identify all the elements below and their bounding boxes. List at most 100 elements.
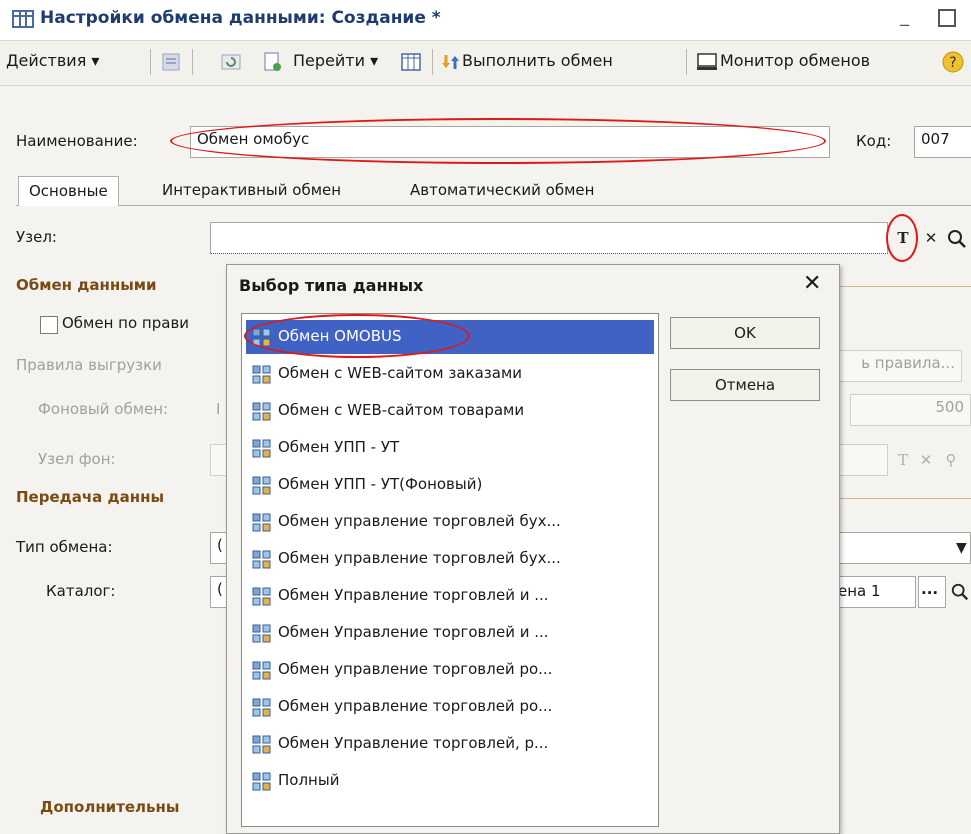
window-titlebar: Настройки обмена данными: Создание * _ — [0, 0, 971, 40]
grid-icon[interactable] — [400, 51, 422, 73]
section-line — [840, 286, 971, 287]
exchange-monitor-button[interactable]: Монитор обменов — [720, 51, 870, 70]
close-icon[interactable]: ✕ — [803, 271, 821, 296]
list-item-label: Обмен с WEB-сайтом заказами — [278, 364, 523, 382]
tab-main[interactable]: Основные — [18, 176, 119, 206]
cancel-button[interactable]: Отмена — [670, 369, 820, 401]
list-item-label: Обмен с WEB-сайтом товарами — [278, 401, 525, 419]
code-label: Код: — [856, 132, 892, 150]
clear-icon-disabled: ✕ — [919, 451, 933, 469]
upload-icon[interactable] — [160, 51, 182, 73]
search-icon[interactable] — [946, 228, 968, 250]
list-item[interactable]: Обмен УПП - УТ(Фоновый) — [246, 468, 654, 502]
list-item-label: Обмен Управление торговлей и ... — [278, 623, 549, 641]
run-exchange-icon[interactable] — [440, 51, 462, 73]
list-item[interactable]: Обмен УПП - УТ — [246, 431, 654, 465]
data-type-list[interactable]: Обмен OMOBUS Обмен с WEB-сайтом заказами О… — [241, 313, 659, 827]
chevron-down-icon[interactable]: ▼ — [956, 540, 967, 556]
catalog-value-right: ена 1 — [838, 582, 881, 600]
run-exchange-button[interactable]: Выполнить обмен — [462, 51, 613, 70]
exchange-plan-icon — [252, 587, 271, 606]
refresh-icon[interactable] — [220, 51, 242, 73]
exchange-plan-icon — [252, 661, 271, 680]
section-additional: Дополнительны — [40, 798, 180, 816]
list-item[interactable]: Обмен Управление торговлей и ... — [246, 616, 654, 650]
ok-button[interactable]: OK — [670, 317, 820, 349]
rules-checkbox-label: Обмен по прави — [62, 314, 190, 332]
section-data-transfer: Передача данны — [16, 488, 165, 506]
toolbar-separator — [432, 49, 433, 75]
list-item-label: Обмен УПП - УТ(Фоновый) — [278, 475, 483, 493]
exchange-type-label: Тип обмена: — [16, 538, 113, 556]
list-item-label: Полный — [278, 771, 340, 789]
exchange-plan-icon — [252, 550, 271, 569]
section-data-exchange: Обмен данными — [16, 276, 157, 294]
list-item[interactable]: Обмен Управление торговлей и ... — [246, 579, 654, 613]
list-item[interactable]: Обмен Управление торговлей, р... — [246, 727, 654, 761]
list-item-label: Обмен управление торговлей ро... — [278, 697, 553, 715]
exchange-plan-icon — [252, 698, 271, 717]
tab-interactive[interactable]: Интерактивный обмен — [152, 176, 351, 206]
copy-document-icon[interactable] — [262, 51, 284, 73]
exchange-plan-icon — [252, 513, 271, 532]
list-item-label: Обмен управление торговлей бух... — [278, 549, 561, 567]
window-title: Настройки обмена данными: Создание * — [40, 8, 441, 28]
bg-exchange-label: Фоновый обмен: — [38, 400, 169, 418]
node-label: Узел: — [16, 228, 57, 246]
upload-rules-label: Правила выгрузки — [16, 356, 162, 374]
node-input[interactable] — [210, 222, 888, 254]
form-grid-icon — [12, 10, 34, 28]
help-icon[interactable]: ? — [942, 51, 964, 73]
toolbar-separator — [192, 49, 193, 75]
dialog-title: Выбор типа данных — [239, 276, 424, 295]
name-input[interactable]: Обмен омобус — [190, 126, 830, 158]
exchange-plan-icon — [252, 328, 271, 347]
list-item-label: Обмен управление торговлей бух... — [278, 512, 561, 530]
exchange-plan-icon — [252, 772, 271, 791]
list-item[interactable]: Обмен OMOBUS — [246, 320, 654, 354]
svg-text:?: ? — [949, 55, 956, 71]
search-icon-disabled: ⚲ — [945, 451, 957, 469]
toolbar: Действия ▾ Перейти ▾ Выполнить обмен Мон… — [0, 40, 971, 86]
list-item[interactable]: Полный — [246, 764, 654, 798]
list-item[interactable]: Обмен управление торговлей ро... — [246, 690, 654, 724]
exchange-plan-icon — [252, 365, 271, 384]
list-item[interactable]: Обмен с WEB-сайтом товарами — [246, 394, 654, 428]
maximize-icon[interactable] — [938, 9, 956, 27]
list-item-label: Обмен Управление торговлей, р... — [278, 734, 549, 752]
section-line — [840, 498, 971, 499]
code-input[interactable]: 007 — [914, 126, 971, 158]
toolbar-separator — [150, 49, 151, 75]
search-icon[interactable] — [950, 582, 970, 602]
toolbar-separator — [686, 49, 687, 75]
list-item-label: Обмен Управление торговлей и ... — [278, 586, 549, 604]
bg-number-input[interactable]: 500 — [850, 394, 971, 426]
name-label: Наименование: — [16, 132, 138, 150]
exchange-plan-icon — [252, 439, 271, 458]
list-item[interactable]: Обмен с WEB-сайтом заказами — [246, 357, 654, 391]
type-select-icon-disabled: T — [897, 451, 908, 469]
monitor-icon[interactable] — [696, 51, 718, 73]
load-rules-button[interactable]: ь правила... — [836, 350, 962, 382]
node-bg-label: Узел фон: — [38, 450, 116, 468]
actions-menu[interactable]: Действия ▾ — [6, 51, 99, 70]
list-item[interactable]: Обмен управление торговлей бух... — [246, 505, 654, 539]
exchange-plan-icon — [252, 476, 271, 495]
clear-icon[interactable]: ✕ — [920, 226, 942, 250]
list-item[interactable]: Обмен управление торговлей ро... — [246, 653, 654, 687]
list-item-label: Обмен OMOBUS — [278, 327, 402, 345]
exchange-plan-icon — [252, 624, 271, 643]
exchange-plan-icon — [252, 402, 271, 421]
catalog-label: Каталог: — [46, 582, 116, 600]
goto-menu[interactable]: Перейти ▾ — [293, 51, 378, 70]
tab-automatic[interactable]: Автоматический обмен — [400, 176, 604, 206]
rules-checkbox[interactable] — [40, 316, 58, 334]
list-item-label: Обмен УПП - УТ — [278, 438, 400, 456]
data-type-dialog: Выбор типа данных ✕ Обмен OMOBUS Обмен с … — [226, 264, 840, 834]
minimize-icon[interactable]: _ — [900, 6, 918, 27]
bg-exchange-value: I — [216, 400, 221, 418]
browse-button[interactable]: ... — [918, 576, 946, 608]
list-item[interactable]: Обмен управление торговлей бух... — [246, 542, 654, 576]
list-item-label: Обмен управление торговлей ро... — [278, 660, 553, 678]
type-select-icon[interactable]: T — [892, 226, 914, 250]
